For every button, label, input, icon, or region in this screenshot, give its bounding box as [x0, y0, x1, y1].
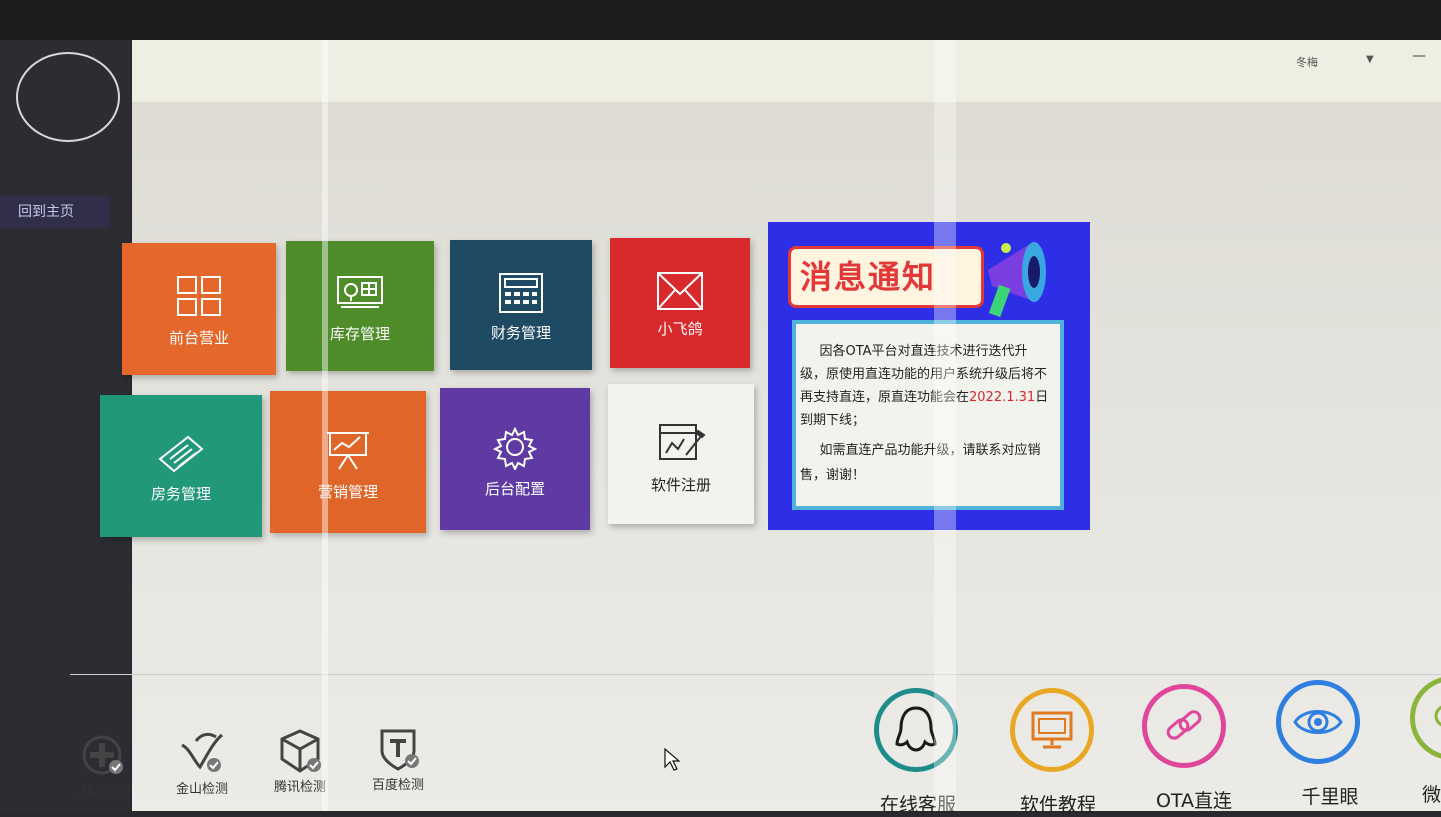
tile-label: 小飞鸽	[657, 320, 703, 338]
tile-software-register[interactable]: 软件注册	[608, 384, 754, 524]
shortcut-label: 千里眼	[1301, 786, 1359, 808]
tile-label: 营销管理	[317, 483, 378, 501]
shortcut-label: 微	[1421, 784, 1441, 806]
tile-label: 软件注册	[650, 476, 711, 494]
shortcut-tutorial[interactable]	[1010, 688, 1094, 772]
link-icon	[1166, 710, 1202, 740]
calculator-icon	[495, 270, 547, 316]
notice-date: 2022.1.31	[969, 390, 1036, 405]
card-icon	[155, 431, 207, 477]
scan-label: 360检测	[78, 784, 130, 799]
shield-plus-icon	[78, 730, 130, 780]
presentation-icon	[322, 427, 374, 473]
scan-kingsoft[interactable]: 金山检测	[170, 728, 234, 797]
avatar[interactable]	[16, 52, 120, 142]
screen-bezel	[0, 0, 1441, 40]
qq-icon	[895, 706, 937, 752]
scan-label: 百度检测	[371, 778, 424, 793]
screen-glare	[934, 40, 956, 811]
inventory-icon	[334, 271, 386, 317]
tile-backend-config[interactable]: 后台配置	[440, 388, 590, 530]
tile-label: 库存管理	[329, 325, 390, 343]
tile-pigeon[interactable]: 小飞鸽	[610, 238, 750, 368]
tile-label: 房务管理	[150, 485, 211, 503]
megaphone-icon	[978, 230, 1068, 330]
user-name[interactable]: 冬梅	[1296, 54, 1318, 70]
tile-finance[interactable]: 财务管理	[450, 240, 592, 370]
monitor-icon	[1031, 711, 1073, 749]
chat-icon	[1434, 705, 1441, 727]
tile-marketing[interactable]: 营销管理	[270, 391, 426, 533]
scan-baidu[interactable]: 百度检测	[366, 724, 430, 793]
notice-title: 消息通知	[800, 258, 937, 296]
divider	[70, 674, 1441, 675]
tile-inventory[interactable]: 库存管理	[286, 241, 434, 371]
register-icon	[655, 420, 707, 466]
tile-front-desk[interactable]: 前台营业	[122, 243, 276, 375]
leaf-check-icon	[176, 728, 228, 778]
tile-label: 前台营业	[168, 329, 229, 347]
shortcut-ota-direct[interactable]	[1142, 684, 1226, 768]
grid-icon	[173, 273, 225, 319]
user-dropdown-icon[interactable]: ▼	[1366, 54, 1374, 65]
gear-icon	[489, 424, 541, 470]
screen-glare	[322, 40, 328, 811]
scan-label: 金山检测	[175, 782, 228, 797]
eye-icon	[1293, 710, 1343, 734]
notice-paragraph-2: 如需直连产品功能升级，请联系对应销售，谢谢！	[800, 443, 1041, 483]
notice-paragraph-1: 因各OTA平台对直连技术进行迭代升级，原使用直连功能的用户系统升级后将不再支持直…	[800, 340, 1050, 432]
shortcut-label: OTA直连	[1155, 790, 1233, 812]
cube-shield-icon	[274, 726, 326, 776]
top-bar	[132, 40, 1441, 102]
mouse-cursor-icon	[664, 747, 681, 776]
home-link[interactable]: 回到主页	[0, 196, 110, 228]
shortcut-eye[interactable]	[1276, 680, 1360, 764]
tile-label: 后台配置	[484, 480, 545, 498]
minimize-button[interactable]: —	[1412, 48, 1426, 64]
envelope-icon	[654, 268, 706, 314]
scan-360[interactable]: 360检测	[74, 730, 134, 799]
tile-housekeeping[interactable]: 房务管理	[100, 395, 262, 537]
shortcut-label: 软件教程	[1019, 794, 1096, 816]
t-shield-icon	[372, 724, 424, 774]
tile-label: 财务管理	[490, 324, 551, 342]
shortcut-label: 在线客服	[879, 794, 956, 816]
